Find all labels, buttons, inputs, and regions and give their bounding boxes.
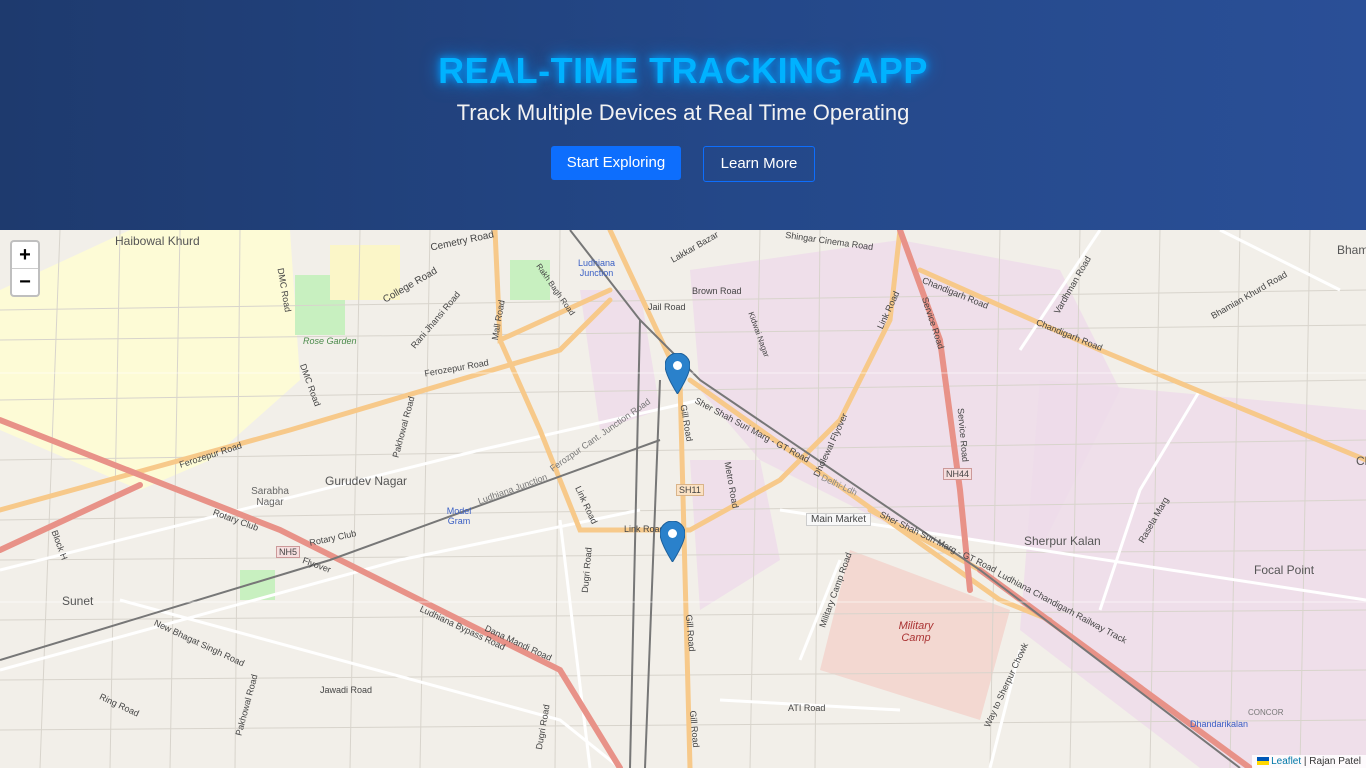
- app-subtitle: Track Multiple Devices at Real Time Oper…: [456, 100, 910, 125]
- shield-sh11: SH11: [676, 484, 704, 496]
- device-marker-1[interactable]: [665, 353, 690, 394]
- ukraine-flag-icon: [1257, 757, 1270, 766]
- label-focal-point: Focal Point: [1254, 563, 1315, 577]
- shield-nh5: NH5: [276, 546, 301, 558]
- label-main-market: Main Market: [806, 513, 872, 526]
- label-rose-garden: Rose Garden: [303, 336, 357, 346]
- label-sunet: Sunet: [62, 594, 94, 608]
- map-view[interactable]: Haibowal Khurd Cemetry Road College Road…: [0, 230, 1366, 768]
- label-jail-road: Jail Road: [648, 302, 686, 312]
- zoom-in-button[interactable]: +: [12, 242, 38, 269]
- map-attribution: Leaflet | Rajan Patel: [1252, 755, 1366, 768]
- hero-banner: REAL-TIME TRACKING APP Track Multiple De…: [0, 0, 1366, 230]
- label-sherpur-kalan: Sherpur Kalan: [1024, 534, 1101, 548]
- label-bham: Bham: [1337, 243, 1366, 257]
- label-haibowal: Haibowal Khurd: [115, 234, 200, 248]
- zoom-out-button[interactable]: −: [12, 269, 38, 295]
- label-military-camp: Military Camp: [898, 620, 934, 644]
- start-exploring-button[interactable]: Start Exploring: [551, 146, 681, 180]
- learn-more-button[interactable]: Learn More: [703, 146, 815, 182]
- label-ch: Ch: [1356, 454, 1366, 468]
- label-dhandarikalan: Dhandarikalan: [1190, 719, 1249, 729]
- attribution-author: Rajan Patel: [1309, 756, 1361, 767]
- label-jawadi-road: Jawadi Road: [320, 685, 373, 695]
- label-gurudev-nagar: Gurudev Nagar: [325, 474, 408, 488]
- app-title: REAL-TIME TRACKING APP: [438, 50, 928, 91]
- label-ludhiana-junction: Ludhiana Junction: [577, 258, 616, 278]
- zoom-control: + −: [10, 240, 40, 297]
- label-link-road-2: Link Road: [624, 524, 665, 534]
- label-concor: CONCOR: [1248, 708, 1284, 717]
- label-ati-road: ATI Road: [788, 703, 826, 713]
- leaflet-link[interactable]: Leaflet: [1271, 756, 1301, 767]
- device-marker-2[interactable]: [660, 521, 685, 562]
- label-model-gram: Model Gram: [446, 506, 472, 526]
- shield-nh44: NH44: [943, 468, 973, 480]
- label-brown-road: Brown Road: [692, 286, 742, 296]
- label-sarabha-nagar: Sarabha Nagar: [251, 486, 289, 508]
